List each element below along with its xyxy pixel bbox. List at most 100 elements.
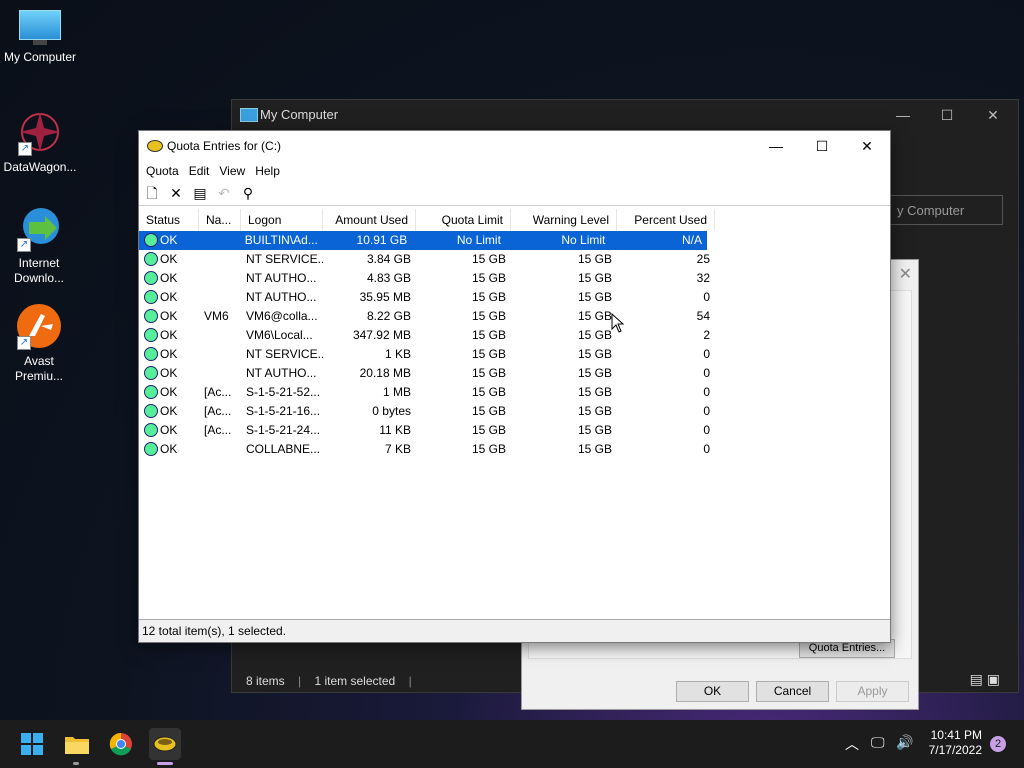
close-button[interactable]: ✕ — [844, 131, 890, 161]
table-row[interactable]: OK NT AUTHO... 4.83 GB 15 GB 15 GB 32 — [139, 269, 890, 288]
search-icon[interactable]: ⚲ — [239, 184, 257, 202]
status-bar: 12 total item(s), 1 selected. — [139, 619, 890, 642]
table-row[interactable]: OK VM6\Local... 347.92 MB 15 GB 15 GB 2 — [139, 326, 890, 345]
cell-amount-used: 1 MB — [382, 385, 411, 399]
menu-view[interactable]: View — [214, 161, 250, 181]
file-explorer-icon[interactable] — [61, 728, 93, 760]
avast-icon: ↗ — [15, 302, 63, 350]
status-text: OK — [160, 366, 178, 380]
monitor-icon — [19, 10, 61, 46]
cell-amount-used: 11 KB — [379, 423, 411, 437]
table-row[interactable]: OK BUILTIN\Ad... 10.91 GB No Limit No Limit N… — [139, 231, 707, 250]
cell-warning-level: 15 GB — [577, 442, 612, 456]
tiles-view-icon[interactable]: ▣ — [987, 671, 1000, 687]
table-row[interactable]: OK NT AUTHO... 35.95 MB 15 GB 15 GB 0 — [139, 288, 890, 307]
cancel-button[interactable]: Cancel — [756, 681, 829, 702]
cell-warning-level: 15 GB — [577, 290, 612, 304]
cell-amount-used: 10.91 GB — [356, 233, 408, 247]
status-ok-icon — [144, 384, 158, 399]
table-row[interactable]: OK VM6 VM6@colla... 8.22 GB 15 GB 15 GB 54 — [139, 307, 890, 326]
ok-button[interactable]: OK — [676, 681, 749, 702]
col-status[interactable]: Status — [139, 209, 199, 231]
col-amount-used[interactable]: Amount Used — [323, 209, 416, 231]
address-bar[interactable]: y Computer — [886, 195, 1003, 225]
cell-percent-used: 0 — [703, 366, 710, 380]
start-icon[interactable] — [16, 728, 48, 760]
status-text: OK — [160, 271, 178, 285]
cell-warning-level: 15 GB — [577, 252, 612, 266]
desktop-icon-avast[interactable]: ↗ Avast Premiu... — [0, 302, 78, 384]
minimize-button[interactable]: — — [880, 100, 926, 130]
show-hidden-icons-icon[interactable]: ︿ — [845, 734, 859, 754]
cell-status: OK — [139, 288, 199, 307]
desktop-icon-label: DataWagon... — [3, 160, 77, 174]
status-ok-icon — [144, 441, 158, 456]
menu-help[interactable]: Help — [250, 161, 285, 181]
table-row[interactable]: OK COLLABNE... 7 KB 15 GB 15 GB 0 — [139, 440, 890, 459]
cell-status: OK — [139, 326, 199, 345]
cell-amount-used: 20.18 MB — [359, 366, 411, 380]
status-ok-icon — [144, 403, 158, 418]
cell-logon-name: NT AUTHO... — [246, 271, 317, 285]
maximize-button[interactable]: ☐ — [924, 100, 970, 130]
taskbar: ︿ 🖵 🔊 10:41 PM 7/17/2022 2 — [0, 720, 1024, 768]
status-text: OK — [160, 423, 178, 437]
cell-amount-used: 1 KB — [384, 347, 411, 361]
properties-icon[interactable]: ▤ — [191, 184, 209, 202]
chrome-icon[interactable] — [105, 728, 137, 760]
monitor-icon — [240, 108, 258, 122]
status-ok-icon — [144, 327, 158, 342]
quota-app-icon[interactable] — [149, 728, 181, 760]
minimize-button[interactable]: — — [753, 131, 799, 161]
table-row[interactable]: OK NT SERVICE... 3.84 GB 15 GB 15 GB 25 — [139, 250, 890, 269]
cell-percent-used: 0 — [703, 347, 710, 361]
menu-edit[interactable]: Edit — [184, 161, 215, 181]
cell-name — [199, 326, 241, 345]
desktop-icon-datawagon[interactable]: ↗ DataWagon... — [0, 108, 80, 175]
apply-button[interactable]: Apply — [836, 681, 909, 702]
cell-amount-used: 7 KB — [384, 442, 411, 456]
table-row[interactable]: OK [Ac... S-1-5-21-24... 11 KB 15 GB 15 GB 0 — [139, 421, 890, 440]
cell-warning-level: 15 GB — [577, 423, 612, 437]
col-warning-level[interactable]: Warning Level — [511, 209, 617, 231]
cell-warning-level: 15 GB — [577, 404, 612, 418]
cell-name — [199, 250, 241, 269]
col-logon-name[interactable]: Logon Name — [241, 209, 323, 249]
notification-badge[interactable]: 2 — [990, 736, 1006, 752]
status-ok-icon — [144, 422, 158, 437]
table-row[interactable]: OK NT AUTHO... 20.18 MB 15 GB 15 GB 0 — [139, 364, 890, 383]
cell-logon-name: VM6@colla... — [246, 309, 318, 323]
status-text: OK — [160, 309, 178, 323]
close-button[interactable]: ✕ — [970, 100, 1016, 130]
cell-status: OK — [139, 307, 199, 326]
new-entry-icon[interactable]: 🗋 — [143, 184, 161, 202]
cell-status: OK — [139, 364, 199, 383]
volume-icon[interactable]: 🔊 — [896, 734, 913, 751]
table-row[interactable]: OK NT SERVICE... 1 KB 15 GB 15 GB 0 — [139, 345, 890, 364]
cell-quota-limit: 15 GB — [471, 328, 506, 342]
desktop-icon-my-computer[interactable]: My Computer — [0, 10, 80, 65]
undo-icon[interactable]: ↶ — [215, 184, 233, 202]
maximize-button[interactable]: ☐ — [799, 131, 845, 161]
desktop-icon-internet-download[interactable]: ↗ Internet Downlo... — [0, 204, 78, 286]
quota-entries-window: Quota Entries for (C:) — ☐ ✕ Quota Edit … — [138, 130, 891, 643]
table-row[interactable]: OK [Ac... S-1-5-21-16... 0 bytes 15 GB 15 GB 0 — [139, 402, 890, 421]
cell-logon-name: NT SERVICE... — [246, 252, 323, 266]
explorer-indicator — [73, 762, 79, 765]
cell-quota-limit: 15 GB — [471, 442, 506, 456]
status-ok-icon — [144, 346, 158, 361]
close-icon[interactable]: ✕ — [899, 264, 912, 284]
col-percent-used[interactable]: Percent Used — [617, 209, 715, 231]
window-title: My Computer — [260, 107, 339, 122]
clock[interactable]: 10:41 PM 7/17/2022 — [929, 728, 982, 758]
table-row[interactable]: OK [Ac... S-1-5-21-52... 1 MB 15 GB 15 GB 0 — [139, 383, 890, 402]
col-name[interactable]: Na... — [199, 209, 241, 231]
cell-amount-used: 0 bytes — [372, 404, 411, 418]
network-icon[interactable]: 🖵 — [871, 734, 885, 751]
cell-quota-limit: 15 GB — [471, 347, 506, 361]
delete-icon[interactable]: ✕ — [167, 184, 185, 202]
cell-status: OK — [139, 421, 199, 440]
details-view-icon[interactable]: ▤ — [970, 671, 983, 687]
menu-quota[interactable]: Quota — [141, 161, 184, 181]
col-quota-limit[interactable]: Quota Limit — [416, 209, 511, 231]
